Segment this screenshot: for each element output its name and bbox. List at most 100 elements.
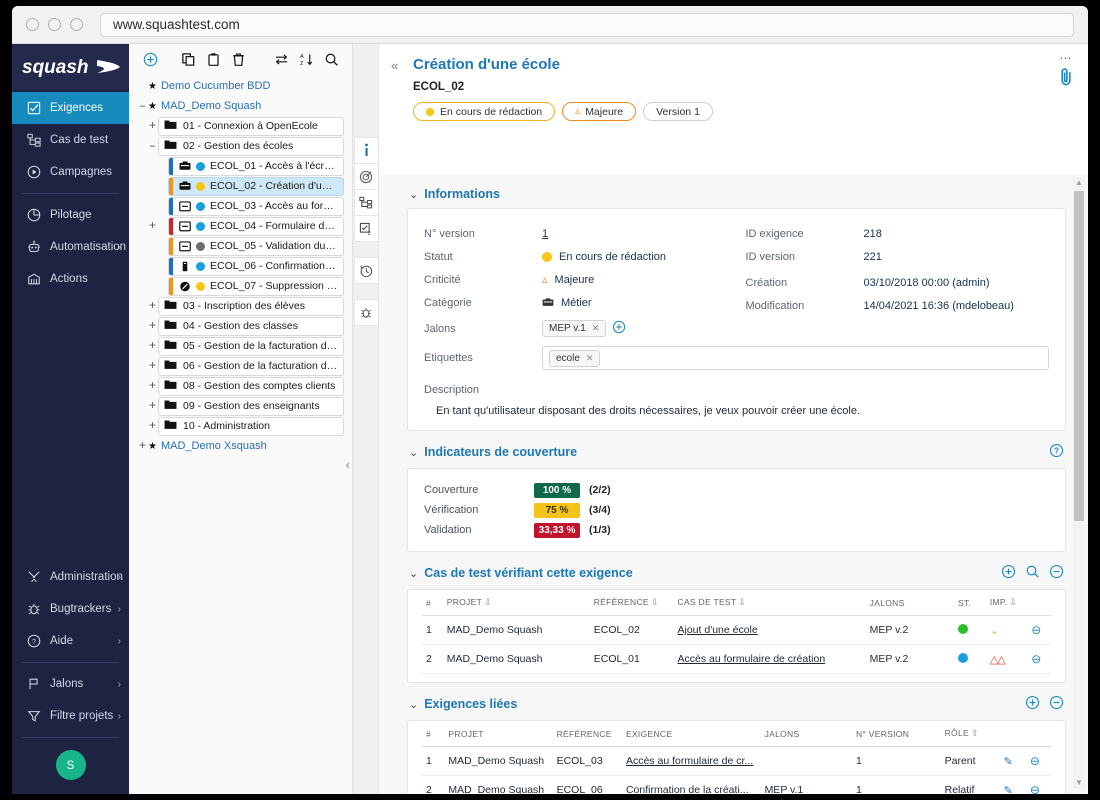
remove-tag-icon[interactable]: ✕ (592, 323, 600, 334)
tree-node-folder[interactable]: – 02 - Gestion des écoles (129, 136, 352, 156)
tree-node-box[interactable]: 09 - Gestion des enseignants (158, 396, 344, 416)
tree-node-folder[interactable]: + 04 - Gestion des classes (129, 316, 352, 336)
sidebar-item-jalons[interactable]: Jalons › (12, 668, 129, 700)
sidebar-item-administration[interactable]: Administration › (12, 561, 129, 593)
add-icon[interactable] (1025, 695, 1040, 713)
requirement-link[interactable]: Accès au formulaire de cr... (626, 755, 753, 767)
test-case-tree-icon[interactable] (353, 189, 378, 216)
tree-node-box[interactable]: 08 - Gestion des comptes clients (158, 376, 344, 396)
section-header-coverage[interactable]: ⌄ Indicateurs de couverture ? (407, 431, 1066, 468)
section-header-informations[interactable]: ⌄ Informations (407, 175, 1066, 208)
field-value-wrapper[interactable]: En cours de rédaction (542, 251, 666, 263)
sidebar-item-bugtrackers[interactable]: Bugtrackers › (12, 593, 129, 625)
tree-node-folder[interactable]: + 08 - Gestion des comptes clients (129, 376, 352, 396)
remove-icon[interactable]: ⊖ (1030, 754, 1040, 768)
tree-node-folder[interactable]: + 10 - Administration (129, 416, 352, 436)
tree-node-folder[interactable]: + 01 - Connexion à OpenEcole (129, 116, 352, 136)
table-row[interactable]: 1 MAD_Demo Squash ECOL_02 Ajout d'une éc… (422, 615, 1051, 645)
test-case-link[interactable]: Ajout d'une école (678, 624, 758, 636)
window-close-dot[interactable] (26, 18, 39, 31)
add-jalon-icon[interactable] (612, 320, 626, 337)
sidebar-item-aide[interactable]: ? Aide › (12, 625, 129, 657)
tree-twisty[interactable]: + (147, 120, 158, 132)
chevron-down-icon[interactable]: ⌄ (409, 188, 418, 201)
col-cas-de-test[interactable]: CAS DE TEST ⇩ (673, 594, 866, 616)
col-projet[interactable]: PROJET ⇩ (442, 594, 590, 616)
section-header-test-cases[interactable]: ⌄ Cas de test vérifiant cette exigence (407, 552, 1066, 589)
history-clock-icon[interactable] (353, 257, 378, 284)
table-row[interactable]: 1 MAD_Demo Squash ECOL_03 Accès au formu… (422, 746, 1051, 776)
col-importance[interactable]: IMP. ⇩ (985, 594, 1028, 616)
sidebar-item-campagnes[interactable]: Campagnes (12, 156, 129, 188)
sidebar-item-filtre-projets[interactable]: Filtre projets › (12, 700, 129, 732)
tree-twisty[interactable]: – (137, 100, 148, 112)
sidebar-item-cas-de-test[interactable]: Cas de test (12, 124, 129, 156)
tree-node-requirement[interactable]: ECOL_06 - Confirmation d... (129, 256, 352, 276)
content-scrollbar[interactable]: ▲ ▼ (1073, 177, 1085, 788)
remove-icon[interactable] (1049, 564, 1064, 582)
coverage-target-icon[interactable] (353, 163, 378, 190)
window-maximize-dot[interactable] (70, 18, 83, 31)
etiquettes-input[interactable]: ecole ✕ (542, 346, 1049, 370)
tree-node-box[interactable]: ECOL_03 - Accès au formul... (168, 196, 344, 216)
tree-collapse-handle[interactable]: ‹ (346, 457, 350, 472)
section-header-linked-requirements[interactable]: ⌄ Exigences liées (407, 683, 1066, 720)
tree-twisty[interactable]: + (147, 420, 158, 432)
jalon-tag[interactable]: MEP v.1 ✕ (542, 320, 607, 337)
tree-node-box[interactable]: 03 - Inscription des élèves (158, 296, 344, 316)
tree-node-requirement[interactable]: ECOL_07 - Suppression d'u... (129, 276, 352, 296)
address-bar[interactable]: www.squashtest.com (100, 12, 1074, 37)
tree-node-box[interactable]: ECOL_01 - Accès à l'écran ... (168, 156, 344, 176)
search-icon[interactable] (320, 48, 342, 70)
tree-node-folder[interactable]: + 03 - Inscription des élèves (129, 296, 352, 316)
tree-node-requirement-selected[interactable]: ECOL_02 - Création d'une ... (129, 176, 352, 196)
status-badge[interactable]: En cours de rédaction (413, 102, 556, 121)
etiquette-tag[interactable]: ecole ✕ (549, 349, 601, 367)
criticality-badge[interactable]: ▵ Majeure (562, 102, 637, 121)
tree-node-box[interactable]: ECOL_07 - Suppression d'u... (168, 276, 344, 296)
scrollbar-thumb[interactable] (1074, 191, 1084, 521)
sort-icon[interactable]: AZ (295, 48, 317, 70)
remove-icon[interactable]: ⊖ (1031, 623, 1041, 637)
tree-node-requirement[interactable]: ECOL_05 - Validation du fo... (129, 236, 352, 256)
tree-node-requirement[interactable]: + ECOL_04 - Formulaire de c... (129, 216, 352, 236)
chevron-down-icon[interactable]: ⌄ (409, 698, 418, 711)
tree-node-box[interactable]: 02 - Gestion des écoles (158, 136, 344, 156)
field-value[interactable]: 1 (542, 228, 548, 240)
tree-twisty[interactable]: + (147, 320, 158, 332)
squash-logo[interactable]: squash (12, 44, 129, 90)
tree-twisty[interactable]: + (147, 380, 158, 392)
edit-pencil-icon[interactable]: ✎ (1004, 756, 1013, 768)
table-row[interactable]: 2 MAD_Demo Squash ECOL_06 Confirmation d… (422, 775, 1051, 794)
cell-exigence[interactable]: Confirmation de la créati... (621, 775, 761, 794)
tree-node-requirement[interactable]: ECOL_03 - Accès au formul... (129, 196, 352, 216)
tree-twisty[interactable]: + (147, 220, 158, 232)
tree-node-box[interactable]: ECOL_02 - Création d'une ... (168, 176, 344, 196)
sidebar-item-exigences[interactable]: Exigences (12, 92, 129, 124)
sidebar-item-automatisation[interactable]: Automatisation › (12, 231, 129, 263)
tree-node-requirement[interactable]: ECOL_01 - Accès à l'écran ... (129, 156, 352, 176)
col-exigence[interactable]: EXIGENCE (621, 725, 761, 747)
paste-icon[interactable] (202, 48, 224, 70)
col-projet[interactable]: PROJET (444, 725, 553, 747)
tree-twisty[interactable]: + (147, 400, 158, 412)
cell-exigence[interactable]: Accès au formulaire de cr... (621, 746, 761, 776)
delete-icon[interactable] (227, 48, 249, 70)
remove-icon[interactable]: ⊖ (1030, 783, 1040, 794)
test-plan-icon[interactable]: 2 (353, 215, 378, 242)
tree-twisty[interactable]: – (147, 140, 158, 152)
field-value-wrapper[interactable]: ▵ Majeure (542, 273, 594, 287)
cell-cas-de-test[interactable]: Accès au formulaire de création (673, 644, 866, 674)
col-reference[interactable]: RÉFÉRENCE (552, 725, 622, 747)
tree-twisty[interactable]: + (147, 360, 158, 372)
sidebar-item-pilotage[interactable]: Pilotage (12, 199, 129, 231)
tree-twisty[interactable]: + (147, 300, 158, 312)
tree-twisty[interactable]: + (147, 340, 158, 352)
tree-node-box[interactable]: 04 - Gestion des classes (158, 316, 344, 336)
add-icon[interactable] (139, 48, 161, 70)
add-icon[interactable] (1001, 564, 1016, 582)
tree-node-project[interactable]: – ★ MAD_Demo Squash (129, 96, 352, 116)
search-icon[interactable] (1025, 564, 1040, 582)
entity-scroll-body[interactable]: ⌄ Informations N° version 1 Statut En co… (379, 175, 1088, 794)
collapse-panel-icon[interactable]: « (391, 58, 398, 73)
